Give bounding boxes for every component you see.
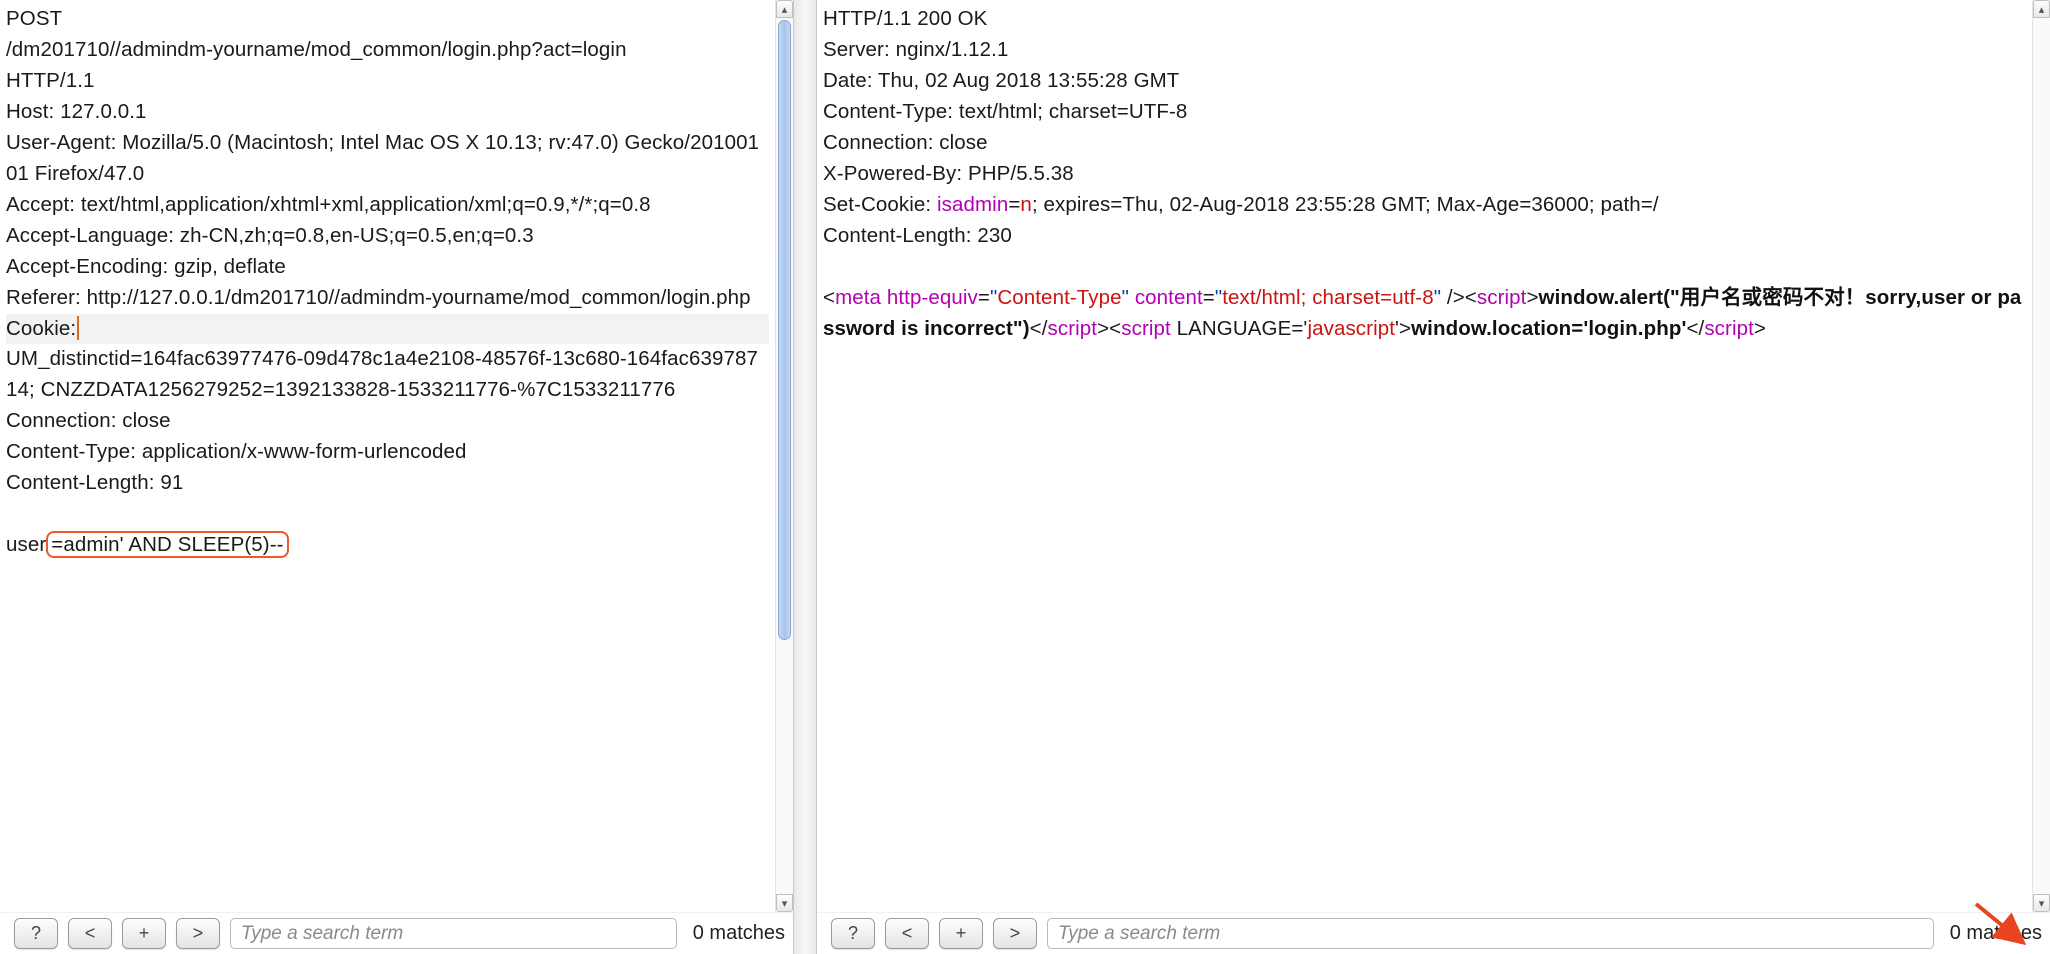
next-match-button[interactable]: > xyxy=(176,918,220,949)
response-textview[interactable]: HTTP/1.1 200 OK Server: nginx/1.12.1 Dat… xyxy=(817,0,2032,912)
request-line: Accept-Encoding: gzip, deflate xyxy=(6,252,769,283)
help-button[interactable]: ? xyxy=(14,918,58,949)
response-line: Server: nginx/1.12.1 xyxy=(823,35,2026,66)
cookie-label: Cookie: xyxy=(6,317,76,340)
location-js: window.location='login.php' xyxy=(1411,317,1686,340)
script-tag: script xyxy=(1704,317,1754,340)
setcookie-rest: ; expires=Thu, 02-Aug-2018 23:55:28 GMT;… xyxy=(1032,193,1659,216)
request-textview[interactable]: POST /dm201710//admindm-yourname/mod_com… xyxy=(0,0,775,912)
body-prefix: user xyxy=(6,533,46,556)
request-line: HTTP/1.1 xyxy=(6,66,769,97)
gt: > xyxy=(1097,317,1109,340)
request-line: POST xyxy=(6,4,769,35)
response-line: X-Powered-By: PHP/5.5.38 xyxy=(823,159,2026,190)
close-angle: </ xyxy=(1030,317,1048,340)
setcookie-prefix: Set-Cookie: xyxy=(823,193,937,216)
response-panel: HTTP/1.1 200 OK Server: nginx/1.12.1 Dat… xyxy=(817,0,2050,954)
eq: = xyxy=(1203,286,1215,309)
request-body-line: user=admin' AND SLEEP(5)-- xyxy=(6,530,769,561)
prev-match-button[interactable]: < xyxy=(885,918,929,949)
response-body: <meta http-equiv="Content-Type" content=… xyxy=(823,283,2026,345)
request-line: Content-Type: application/x-www-form-url… xyxy=(6,437,769,468)
lang-attr: LANGUAGE=' xyxy=(1171,317,1308,340)
response-line: Connection: close xyxy=(823,128,2026,159)
script-tag: script xyxy=(1477,286,1527,309)
request-line: UM_distinctid=164fac63977476-09d478c1a4e… xyxy=(6,344,769,406)
text-caret-icon xyxy=(77,316,79,340)
response-content-wrap: HTTP/1.1 200 OK Server: nginx/1.12.1 Dat… xyxy=(817,0,2050,912)
next-match-button[interactable]: > xyxy=(993,918,1037,949)
content-attr: content xyxy=(1135,286,1203,309)
request-panel: POST /dm201710//admindm-yourname/mod_com… xyxy=(0,0,793,954)
scroll-up-icon[interactable]: ▴ xyxy=(776,0,793,18)
scroll-down-icon[interactable]: ▾ xyxy=(2033,894,2050,912)
eq: = xyxy=(1008,193,1020,216)
split-divider[interactable] xyxy=(793,0,817,954)
gt: > xyxy=(1754,317,1766,340)
response-search-bar: ? < + > 0 matches xyxy=(817,912,2050,954)
angle-bracket: < xyxy=(1465,286,1477,309)
cookie-header-line: Cookie: xyxy=(6,314,769,345)
request-line: Connection: close xyxy=(6,406,769,437)
q: " xyxy=(1122,286,1129,309)
response-line: Content-Length: 230 xyxy=(823,221,2026,252)
search-input[interactable] xyxy=(1047,918,1934,949)
script-tag: script xyxy=(1048,317,1098,340)
request-search-bar: ? < + > 0 matches xyxy=(0,912,793,954)
sql-injection-highlight: =admin' AND SLEEP(5)-- xyxy=(46,531,288,558)
prev-match-button[interactable]: < xyxy=(68,918,112,949)
gt: > xyxy=(1526,286,1538,309)
response-line: HTTP/1.1 200 OK xyxy=(823,4,2026,35)
close-angle: </ xyxy=(1686,317,1704,340)
request-line: Accept-Language: zh-CN,zh;q=0.8,en-US;q=… xyxy=(6,221,769,252)
add-button[interactable]: + xyxy=(939,918,983,949)
eq: = xyxy=(978,286,990,309)
search-input[interactable] xyxy=(230,918,677,949)
request-line: Accept: text/html,application/xhtml+xml,… xyxy=(6,190,769,221)
request-scrollbar[interactable]: ▴ ▾ xyxy=(775,0,793,912)
angle-bracket: < xyxy=(823,286,835,309)
add-button[interactable]: + xyxy=(122,918,166,949)
charset-value: text/html; charset=utf-8 xyxy=(1222,286,1433,309)
http-equiv-attr: http-equiv xyxy=(887,286,978,309)
set-cookie-line: Set-Cookie: isadmin=n; expires=Thu, 02-A… xyxy=(823,190,2026,221)
response-line: Date: Thu, 02 Aug 2018 13:55:28 GMT xyxy=(823,66,2026,97)
blank-line xyxy=(823,252,2026,283)
cookie-value: n xyxy=(1020,193,1032,216)
selfclose: /> xyxy=(1441,286,1465,309)
scroll-up-icon[interactable]: ▴ xyxy=(2033,0,2050,18)
request-line: Content-Length: 91 xyxy=(6,468,769,499)
match-count: 0 matches xyxy=(1944,922,2042,945)
request-content-wrap: POST /dm201710//admindm-yourname/mod_com… xyxy=(0,0,793,912)
cookie-name: isadmin xyxy=(937,193,1008,216)
help-button[interactable]: ? xyxy=(831,918,875,949)
content-type-value: Content-Type xyxy=(997,286,1121,309)
response-line: Content-Type: text/html; charset=UTF-8 xyxy=(823,97,2026,128)
request-line: /dm201710//admindm-yourname/mod_common/l… xyxy=(6,35,769,66)
meta-tag: meta xyxy=(835,286,881,309)
angle-bracket: < xyxy=(1109,317,1121,340)
scroll-thumb[interactable] xyxy=(778,20,791,640)
lang-close: '> xyxy=(1395,317,1411,340)
request-line: User-Agent: Mozilla/5.0 (Macintosh; Inte… xyxy=(6,128,769,190)
request-line: Host: 127.0.0.1 xyxy=(6,97,769,128)
request-line: Referer: http://127.0.0.1/dm201710//admi… xyxy=(6,283,769,314)
match-count: 0 matches xyxy=(687,922,785,945)
scroll-down-icon[interactable]: ▾ xyxy=(776,894,793,912)
javascript-value: javascript xyxy=(1307,317,1395,340)
response-scrollbar[interactable]: ▴ ▾ xyxy=(2032,0,2050,912)
blank-line xyxy=(6,499,769,530)
script-tag: script xyxy=(1121,317,1171,340)
